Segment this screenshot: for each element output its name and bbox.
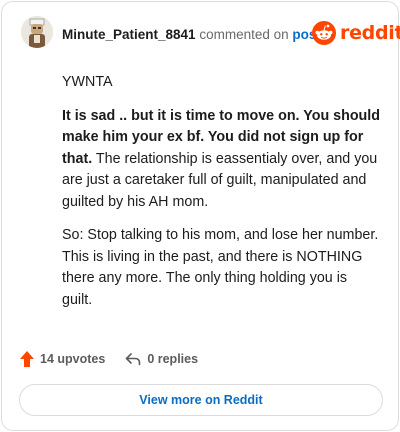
reply-count: 0 replies xyxy=(147,352,199,366)
upvote-count: 14 upvotes xyxy=(40,352,106,366)
comment-body: YWNTA It is sad .. but it is time to mov… xyxy=(62,72,380,323)
comment-actions: 14 upvotes 0 replies xyxy=(20,351,198,367)
view-more-label: View more on Reddit xyxy=(139,393,263,407)
reddit-comment-card: Minute_Patient_8841 commented on post re… xyxy=(1,1,400,431)
comment-paragraph-1: YWNTA xyxy=(62,72,380,94)
comment-text: YWNTA xyxy=(62,74,113,90)
avatar-image xyxy=(21,16,53,48)
commented-on-text: commented on xyxy=(199,27,289,42)
reddit-wordmark: reddit xyxy=(340,22,400,44)
upvote-button[interactable]: 14 upvotes xyxy=(20,351,105,367)
author-name[interactable]: Minute_Patient_8841 xyxy=(62,27,196,42)
comment-header: Minute_Patient_8841 commented on post xyxy=(62,26,321,44)
comment-paragraph-3: So: Stop talking to his mom, and lose he… xyxy=(62,225,380,311)
comment-text: So: Stop talking to his mom, and lose he… xyxy=(62,227,379,308)
reddit-logo[interactable]: reddit xyxy=(312,21,400,45)
upvote-arrow-icon xyxy=(20,351,34,367)
comment-paragraph-2: It is sad .. but it is time to move on. … xyxy=(62,106,380,214)
comment-text: The relationship is eassentialy over, an… xyxy=(62,150,378,210)
avatar[interactable] xyxy=(21,16,53,48)
reddit-snoo-icon xyxy=(312,21,336,45)
view-more-button[interactable]: View more on Reddit xyxy=(19,384,383,416)
reply-button[interactable]: 0 replies xyxy=(125,352,198,366)
reply-arrow-icon xyxy=(126,353,141,366)
